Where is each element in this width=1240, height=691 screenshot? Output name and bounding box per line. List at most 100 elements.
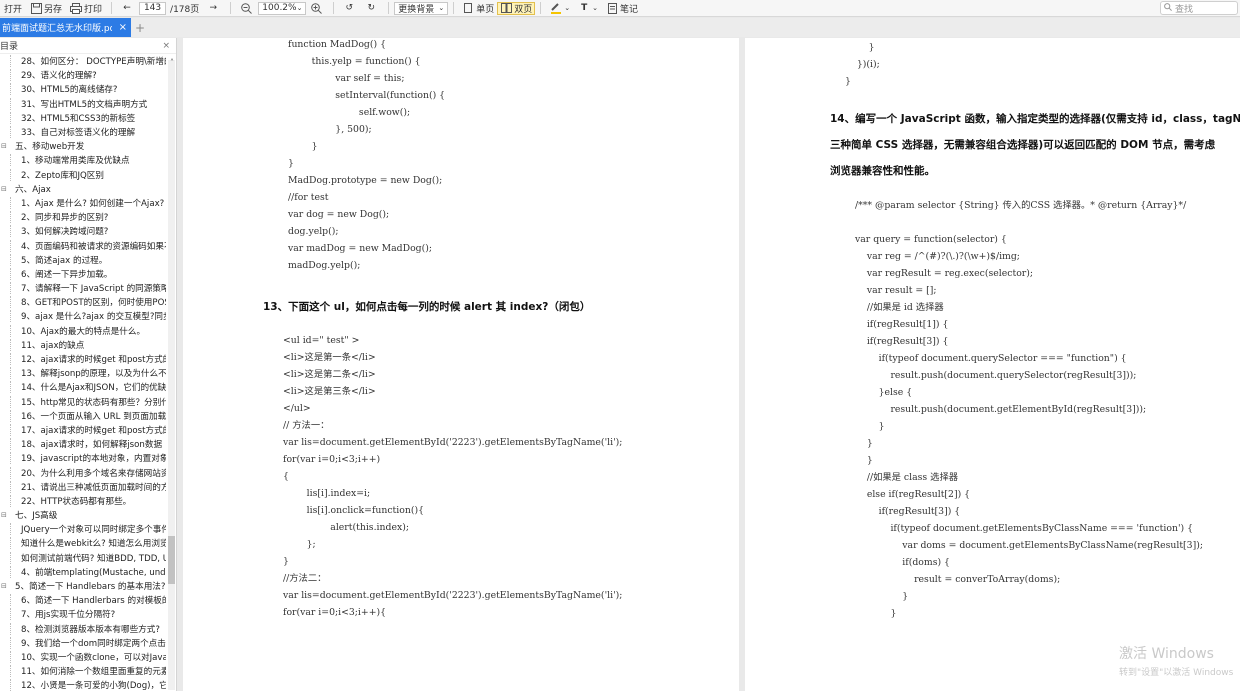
scrollbar-thumb[interactable]	[168, 536, 175, 584]
notes-button[interactable]: 笔记	[602, 0, 642, 17]
outline-item-label: 1、移动端常用类库及优缺点	[10, 154, 130, 167]
tab-document[interactable]: 前端面试题汇总无水印版.pdf ×	[0, 18, 131, 37]
zoom-in-button[interactable]	[306, 0, 328, 17]
zoom-select[interactable]: 100.2% ⌄	[258, 1, 307, 15]
outline-item[interactable]: 33、自己对标签语义化的理解	[0, 125, 166, 139]
tab-bar: 前端面试题汇总无水印版.pdf × +	[0, 18, 1240, 37]
outline-item[interactable]: 32、HTML5和CSS3的新标签	[0, 111, 166, 125]
single-page-button[interactable]: 单页	[459, 2, 497, 15]
outline-item[interactable]: 12、ajax请求的时候get 和post方式的	[0, 352, 166, 366]
outline-item-label: 知道什么是webkit么? 知道怎么用浏览	[10, 537, 166, 550]
outline-item[interactable]: ⊟ 5、简述一下 Handlebars 的基本用法?	[0, 579, 166, 593]
outline-item[interactable]: 10、Ajax的最大的特点是什么。	[0, 324, 166, 338]
outline-item[interactable]: 21、请说出三种减低页面加载时间的方	[0, 480, 166, 494]
outline-item[interactable]: 31、写出HTML5的文档声明方式	[0, 97, 166, 111]
outline-item[interactable]: ⊟ 七、JS高级	[0, 508, 166, 522]
watermark-subtitle: 转到"设置"以激活 Windows	[1119, 668, 1234, 678]
text-tool-button[interactable]: T ⌄	[574, 0, 602, 17]
outline-item[interactable]: 7、用js实现千位分隔符?	[0, 607, 166, 621]
outline-item[interactable]: 9、ajax 是什么?ajax 的交互模型?同步	[0, 309, 166, 323]
outline-item-label: 21、请说出三种减低页面加载时间的方	[10, 480, 166, 493]
outline-item[interactable]: 知道什么是webkit么? 知道怎么用浏览	[0, 536, 166, 550]
print-label: 打印	[84, 4, 103, 15]
collapse-icon[interactable]: ⊟	[0, 582, 8, 590]
add-tab-button[interactable]: +	[131, 18, 149, 37]
outline-item[interactable]: 3、如何解决跨域问题?	[0, 224, 166, 238]
close-icon[interactable]: ×	[119, 22, 127, 33]
printer-icon	[70, 2, 83, 14]
outline-item[interactable]: 4、页面编码和被请求的资源编码如果不	[0, 238, 166, 252]
outline-item[interactable]: ⊟ 六、Ajax	[0, 182, 166, 196]
collapse-icon[interactable]: ⊟	[0, 142, 8, 150]
outline-item[interactable]: 14、什么是Ajax和JSON，它们的优缺	[0, 380, 166, 394]
outline-item[interactable]: 9、我们给一个dom同时绑定两个点击	[0, 636, 166, 650]
arrow-left-icon: ←	[123, 3, 131, 13]
outline-item-label: 10、Ajax的最大的特点是什么。	[10, 324, 145, 337]
collapse-icon[interactable]: ⊟	[0, 511, 8, 519]
outline-item-label: 30、HTML5的离线储存?	[10, 83, 117, 96]
outline-item[interactable]: 8、检测浏览器版本版本有哪些方式?	[0, 622, 166, 636]
divider	[111, 2, 113, 14]
outline-item[interactable]: 8、GET和POST的区别，何时使用POST	[0, 295, 166, 309]
close-icon[interactable]: ×	[162, 41, 170, 51]
rotate-right-button[interactable]: ↻	[361, 0, 383, 17]
outline-item-label: 七、JS高级	[15, 511, 58, 522]
sidebar-header: 目录 ×	[0, 38, 176, 54]
rotate-left-button[interactable]: ↺	[339, 0, 361, 17]
previous-page-button[interactable]: ←	[117, 0, 139, 17]
print-button[interactable]: 打印	[66, 0, 106, 17]
outline-item[interactable]: 16、一个页面从输入 URL 到页面加载	[0, 409, 166, 423]
outline-item[interactable]: 1、Ajax 是什么? 如何创建一个Ajax?	[0, 196, 166, 210]
outline-item[interactable]: 12、小贤是一条可爱的小狗(Dog)，它	[0, 678, 166, 691]
outline-item[interactable]: 22、HTTP状态码都有那些。	[0, 494, 166, 508]
code-block: } })(i); }	[845, 42, 880, 87]
outline-item[interactable]: 17、ajax请求的时候get 和post方式的	[0, 423, 166, 437]
outline-item[interactable]: 如何测试前端代码? 知道BDD, TDD, U	[0, 551, 166, 565]
outline-item[interactable]: 20、为什么利用多个域名来存储网站资	[0, 465, 166, 479]
sidebar-scrollbar[interactable]	[168, 60, 175, 690]
next-page-button[interactable]: →	[203, 0, 225, 17]
double-page-icon	[500, 2, 512, 14]
page-number-input[interactable]: 143	[139, 1, 167, 15]
search-input[interactable]: 查找	[1160, 1, 1238, 15]
double-page-button[interactable]: 双页	[497, 1, 536, 15]
outline-item-label: 29、语义化的理解?	[10, 69, 97, 82]
divider	[333, 2, 335, 14]
outline-item[interactable]: 19、javascript的本地对象，内置对象	[0, 451, 166, 465]
scroll-up-icon[interactable]: ˄	[170, 58, 174, 67]
outline-item[interactable]: 1、移动端常用类库及优缺点	[0, 153, 166, 167]
outline-item-label: 6、阐述一下异步加载。	[10, 267, 112, 280]
outline-item[interactable]: 29、语义化的理解?	[0, 68, 166, 82]
outline-item[interactable]: JQuery一个对象可以同时绑定多个事件	[0, 522, 166, 536]
outline-item[interactable]: 15、http常见的状态码有那些？分别代	[0, 395, 166, 409]
outline-item[interactable]: 6、简述一下 Handlerbars 的对模板的	[0, 593, 166, 607]
outline-item[interactable]: 10、实现一个函数clone，可以对Java	[0, 650, 166, 664]
outline-item[interactable]: 18、ajax请求时，如何解释json数据	[0, 437, 166, 451]
save-as-button[interactable]: 另存	[26, 0, 66, 17]
double-page-label: 双页	[514, 4, 533, 15]
zoom-out-button[interactable]	[236, 0, 258, 17]
outline-item[interactable]: 7、请解释一下 JavaScript 的同源策略	[0, 281, 166, 295]
outline-item-label: 13、解释jsonp的原理，以及为什么不	[10, 367, 166, 380]
outline-item[interactable]: 30、HTML5的离线储存?	[0, 82, 166, 96]
open-button[interactable]: 打开	[0, 0, 26, 17]
outline-item[interactable]: 11、ajax的缺点	[0, 338, 166, 352]
background-select[interactable]: 更换背景 ⌄	[394, 1, 449, 15]
outline-item-label: 22、HTTP状态码都有那些。	[10, 494, 131, 507]
question-heading-line: 14、编写一个 JavaScript 函数，输入指定类型的选择器(仅需支持 id…	[830, 113, 1240, 125]
outline-item[interactable]: 13、解释jsonp的原理，以及为什么不	[0, 366, 166, 380]
outline-item[interactable]: 5、简述ajax 的过程。	[0, 253, 166, 267]
collapse-icon[interactable]: ⊟	[0, 185, 8, 193]
outline-item[interactable]: 28、如何区分： DOCTYPE声明\新增的	[0, 54, 166, 68]
chevron-down-icon: ⌄	[592, 4, 599, 12]
outline-item[interactable]: 2、同步和异步的区别?	[0, 210, 166, 224]
outline-item[interactable]: 4、前端templating(Mustache, unde	[0, 565, 166, 579]
outline-item[interactable]: 6、阐述一下异步加载。	[0, 267, 166, 281]
toolbar: 打开 另存 打印 ← 143 /178页 → 100.2% ⌄ ↺ ↻ 更换背景 ⌄…	[0, 0, 1240, 17]
question-heading-line: 浏览器兼容性和性能。	[830, 165, 935, 177]
highlighter-button[interactable]: ⌄	[546, 0, 574, 17]
outline-item[interactable]: 2、Zepto库和JQ区别	[0, 168, 166, 182]
outline-item-label: 15、http常见的状态码有那些？分别代	[10, 395, 166, 408]
outline-item[interactable]: 11、如何消除一个数组里面重复的元素	[0, 664, 166, 678]
outline-item[interactable]: ⊟ 五、移动web开发	[0, 139, 166, 153]
